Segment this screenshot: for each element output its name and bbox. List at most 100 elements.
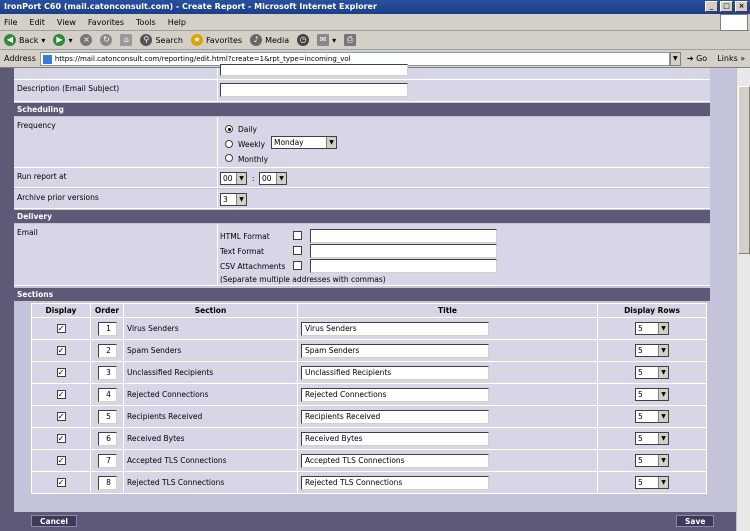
title-input[interactable]: Recipients Received xyxy=(301,409,489,424)
archive-select[interactable]: 3 ▼ xyxy=(220,193,247,206)
maximize-button[interactable]: □ xyxy=(720,1,733,12)
home-button[interactable]: ⌂ xyxy=(120,34,133,46)
display-checkbox[interactable]: ✓ xyxy=(56,346,66,355)
page-left-gutter xyxy=(0,68,14,531)
title-input[interactable]: Accepted TLS Connections xyxy=(301,453,489,468)
go-button[interactable]: ➔ Go xyxy=(687,54,707,63)
display-checkbox[interactable]: ✓ xyxy=(56,456,66,465)
address-dropdown-icon[interactable]: ▼ xyxy=(669,51,681,66)
text-format-label: Text Format xyxy=(220,247,264,256)
display-checkbox[interactable]: ✓ xyxy=(56,434,66,443)
mail-dropdown-icon[interactable]: ▾ xyxy=(332,36,336,45)
stop-button[interactable]: × xyxy=(80,34,93,46)
menu-view[interactable]: View xyxy=(57,18,76,27)
email-note: (Separate multiple addresses with commas… xyxy=(220,275,386,284)
display-rows-select[interactable]: 5 ▼ xyxy=(635,432,669,445)
search-button[interactable]: ⚲ Search xyxy=(140,34,183,46)
frequency-monthly-radio[interactable] xyxy=(225,154,233,162)
refresh-button[interactable]: ↻ xyxy=(100,34,113,46)
menu-file[interactable]: File xyxy=(4,18,17,27)
order-input[interactable]: 2 xyxy=(97,343,117,358)
display-rows-select[interactable]: 5 ▼ xyxy=(635,410,669,423)
run-report-label: Run report at xyxy=(17,172,67,181)
weekday-select[interactable]: Monday ▼ xyxy=(271,136,337,149)
print-button[interactable]: ⎙ xyxy=(344,34,357,46)
forward-button[interactable]: ▶ ▾ xyxy=(53,34,72,46)
csv-email-input[interactable] xyxy=(310,259,497,273)
mail-button[interactable]: ✉ ▾ xyxy=(317,34,336,46)
chevron-down-icon: ▼ xyxy=(658,389,668,400)
vertical-scrollbar[interactable] xyxy=(736,68,750,531)
menu-favorites[interactable]: Favorites xyxy=(88,18,124,27)
cancel-button[interactable]: Cancel xyxy=(31,515,78,527)
display-rows-value: 5 xyxy=(638,412,643,421)
title-input[interactable]: Spam Senders xyxy=(301,343,489,358)
title-input[interactable]: Rejected TLS Connections xyxy=(301,475,489,490)
run-hour-select[interactable]: 00 ▼ xyxy=(220,172,247,185)
toolbar: ◀ Back ▾ ▶ ▾ × ↻ ⌂ ⚲ Search ★ Favorites … xyxy=(0,31,750,50)
display-rows-select[interactable]: 5 ▼ xyxy=(635,366,669,379)
section-name: Virus Senders xyxy=(123,317,298,340)
display-rows-value: 5 xyxy=(638,324,643,333)
menu-help[interactable]: Help xyxy=(168,18,186,27)
order-input[interactable]: 1 xyxy=(97,321,117,336)
display-checkbox[interactable]: ✓ xyxy=(56,368,66,377)
order-input[interactable]: 3 xyxy=(97,365,117,380)
favorites-button[interactable]: ★ Favorites xyxy=(190,34,242,46)
order-input[interactable]: 4 xyxy=(97,387,117,402)
display-rows-value: 5 xyxy=(638,434,643,443)
save-button[interactable]: Save xyxy=(676,515,715,527)
order-input[interactable]: 5 xyxy=(97,409,117,424)
scrollbar-thumb[interactable] xyxy=(738,86,750,254)
frequency-row: Frequency Daily Weekly Monday ▼ Monthly xyxy=(14,117,710,168)
text-format-email-input[interactable] xyxy=(310,244,497,258)
title-input[interactable]: Virus Senders xyxy=(301,321,489,336)
section-name: Rejected TLS Connections xyxy=(123,471,298,494)
html-format-email-input[interactable] xyxy=(310,229,497,243)
table-row: ✓ 3 Unclassified Recipients Unclassified… xyxy=(31,361,707,384)
close-button[interactable]: × xyxy=(735,1,748,12)
order-input[interactable]: 6 xyxy=(97,431,117,446)
run-minute-select[interactable]: 00 ▼ xyxy=(259,172,287,185)
title-input[interactable]: Received Bytes xyxy=(301,431,489,446)
name-field[interactable] xyxy=(220,64,408,76)
table-row: ✓ 8 Rejected TLS Connections Rejected TL… xyxy=(31,471,707,494)
order-input[interactable]: 7 xyxy=(97,453,117,468)
text-format-checkbox[interactable] xyxy=(293,246,302,255)
col-order: Order xyxy=(90,303,124,318)
display-rows-select[interactable]: 5 ▼ xyxy=(635,454,669,467)
back-dropdown-icon[interactable]: ▾ xyxy=(41,36,45,45)
html-format-checkbox[interactable] xyxy=(293,231,302,240)
section-name: Unclassified Recipients xyxy=(123,361,298,384)
table-row: ✓ 4 Rejected Connections Rejected Connec… xyxy=(31,383,707,406)
title-input[interactable]: Unclassified Recipients xyxy=(301,365,489,380)
media-label: Media xyxy=(265,35,290,45)
back-button[interactable]: ◀ Back ▾ xyxy=(4,34,45,46)
order-input[interactable]: 8 xyxy=(97,475,117,490)
display-checkbox[interactable]: ✓ xyxy=(56,324,66,333)
media-button[interactable]: ♪ Media xyxy=(250,34,289,46)
scheduling-header: Scheduling xyxy=(14,103,710,116)
time-separator: : xyxy=(252,174,255,183)
links-button[interactable]: Links » xyxy=(717,54,745,63)
csv-attachments-checkbox[interactable] xyxy=(293,261,302,270)
display-rows-select[interactable]: 5 ▼ xyxy=(635,322,669,335)
section-name: Recipients Received xyxy=(123,405,298,428)
display-rows-select[interactable]: 5 ▼ xyxy=(635,476,669,489)
minimize-button[interactable]: _ xyxy=(705,1,718,12)
frequency-daily-radio[interactable] xyxy=(225,125,233,133)
forward-dropdown-icon[interactable]: ▾ xyxy=(68,36,72,45)
title-input[interactable]: Rejected Connections xyxy=(301,387,489,402)
display-rows-select[interactable]: 5 ▼ xyxy=(635,388,669,401)
description-input[interactable] xyxy=(220,83,408,97)
frequency-weekly-radio[interactable] xyxy=(225,140,233,148)
section-name: Rejected Connections xyxy=(123,383,298,406)
menu-tools[interactable]: Tools xyxy=(136,18,156,27)
display-checkbox[interactable]: ✓ xyxy=(56,390,66,399)
history-button[interactable]: ◷ xyxy=(297,34,310,46)
display-checkbox[interactable]: ✓ xyxy=(56,412,66,421)
display-checkbox[interactable]: ✓ xyxy=(56,478,66,487)
display-rows-select[interactable]: 5 ▼ xyxy=(635,344,669,357)
menu-edit[interactable]: Edit xyxy=(29,18,45,27)
col-section: Section xyxy=(123,303,298,318)
